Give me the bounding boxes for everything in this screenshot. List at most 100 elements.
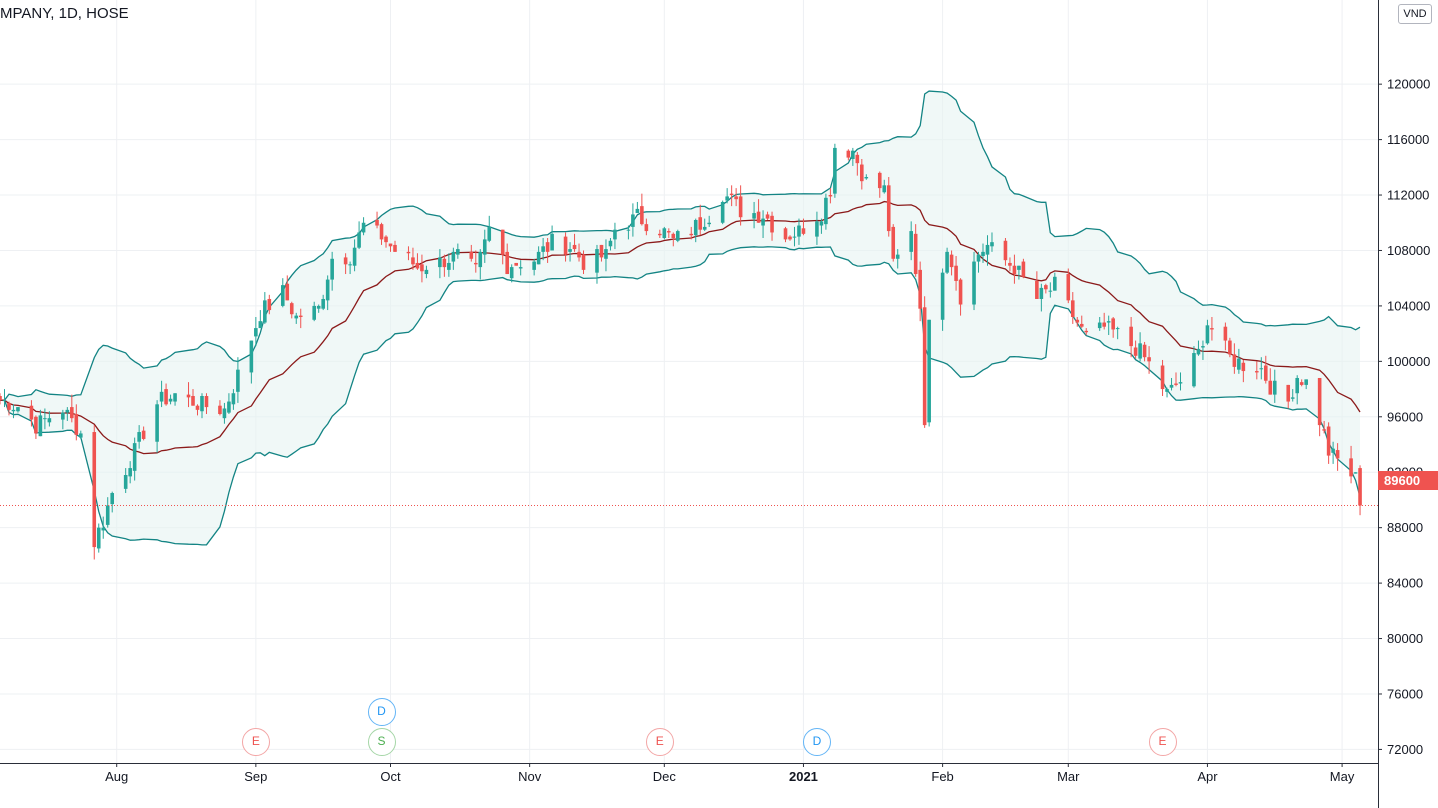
candle-body <box>949 254 954 268</box>
candle <box>1165 387 1169 398</box>
price-chart[interactable]: 7200076000800008400088000920009600010000… <box>0 0 1438 808</box>
candle-body <box>325 279 330 301</box>
candle-body <box>1349 458 1353 477</box>
candle-body <box>110 493 115 505</box>
candle-body <box>1035 280 1039 299</box>
x-tick-label: Sep <box>244 769 267 784</box>
candle-body <box>608 240 613 247</box>
candle-body <box>222 408 227 419</box>
candle-body <box>644 224 649 232</box>
candle-body <box>191 396 195 406</box>
candle-body <box>128 468 132 477</box>
candle-body <box>882 185 887 193</box>
candle <box>927 319 931 427</box>
candle-body <box>720 201 725 223</box>
currency-button[interactable]: VND <box>1398 4 1432 24</box>
candle-body <box>860 164 864 182</box>
candle-body <box>613 229 617 240</box>
candle-body <box>298 315 303 317</box>
candle-body <box>487 226 492 241</box>
candle-body <box>1115 328 1120 330</box>
candle-body <box>218 405 222 415</box>
candle-body <box>671 233 676 238</box>
candle-body <box>927 319 931 423</box>
candle <box>1021 258 1026 279</box>
candle-body <box>693 219 698 236</box>
candle <box>846 149 851 161</box>
candle-body <box>473 262 478 265</box>
candle-body <box>420 264 424 272</box>
candle-body <box>361 222 366 233</box>
event-marker-d[interactable]: D <box>367 698 396 726</box>
candle-body <box>74 414 79 435</box>
symbol-legend[interactable]: MPANY, 1D, HOSE <box>0 5 129 22</box>
candle-body <box>1174 383 1178 385</box>
y-tick-label: 88000 <box>1387 520 1423 535</box>
candle-body <box>990 242 994 247</box>
candle-body <box>438 257 442 268</box>
candle <box>886 177 891 237</box>
candle-body <box>833 147 837 194</box>
event-marker-e[interactable]: E <box>241 728 270 756</box>
candle-body <box>595 249 599 273</box>
candle-body <box>729 193 734 196</box>
candle-body <box>658 233 662 236</box>
candle-body <box>940 272 945 320</box>
candle-body <box>1263 365 1268 381</box>
candle-body <box>770 215 774 233</box>
candle-body <box>312 305 317 320</box>
candle <box>1358 465 1362 516</box>
candle-body <box>797 225 801 237</box>
candle-body <box>1012 265 1017 275</box>
candle-body <box>972 261 976 305</box>
candle-body <box>954 265 958 281</box>
candle <box>258 310 263 329</box>
candle-body <box>891 226 896 259</box>
x-tick-label: Mar <box>1057 769 1080 784</box>
candle-body <box>249 340 254 373</box>
candle-body <box>1003 240 1008 261</box>
candle-body <box>1322 429 1326 431</box>
candle-body <box>168 398 173 402</box>
candle-body <box>357 232 361 248</box>
candle-body <box>65 409 70 413</box>
candle-body <box>375 219 379 226</box>
event-marker-d[interactable]: D <box>802 728 831 756</box>
candle <box>263 292 267 324</box>
candle-body <box>173 393 177 402</box>
candle-body <box>294 315 299 319</box>
x-tick-label: Oct <box>380 769 401 784</box>
event-marker-e[interactable]: E <box>645 728 674 756</box>
candle <box>514 262 518 266</box>
candle-body <box>536 251 541 265</box>
candle-body <box>1335 450 1340 459</box>
candle-body <box>1358 468 1362 506</box>
candle-body <box>783 228 788 240</box>
candle-body <box>864 177 869 179</box>
candle <box>1317 377 1322 437</box>
candle <box>96 523 101 553</box>
candle-body <box>43 418 47 420</box>
event-marker-e[interactable]: E <box>1148 728 1177 756</box>
candle-body <box>38 415 43 437</box>
x-tick-label: Aug <box>105 769 128 784</box>
candle-body <box>411 257 415 265</box>
event-marker-s[interactable]: S <box>367 728 396 756</box>
candle-body <box>725 196 729 201</box>
candle-body <box>1317 377 1322 426</box>
candle-body <box>1017 265 1021 270</box>
y-tick-label: 80000 <box>1387 631 1423 646</box>
candle-body <box>675 231 680 241</box>
candle-body <box>1075 319 1080 323</box>
candle-body <box>348 264 352 266</box>
candle-body <box>406 251 411 254</box>
candle-body <box>1196 348 1201 355</box>
candle <box>662 226 667 240</box>
candle-body <box>289 303 294 315</box>
price-axis-labels: 7200076000800008400088000920009600010000… <box>1378 77 1430 757</box>
candle-body <box>1223 326 1228 341</box>
candle-body <box>981 251 985 257</box>
candle-body <box>541 246 545 252</box>
candle-body <box>1286 384 1291 402</box>
candle-body <box>792 236 797 238</box>
